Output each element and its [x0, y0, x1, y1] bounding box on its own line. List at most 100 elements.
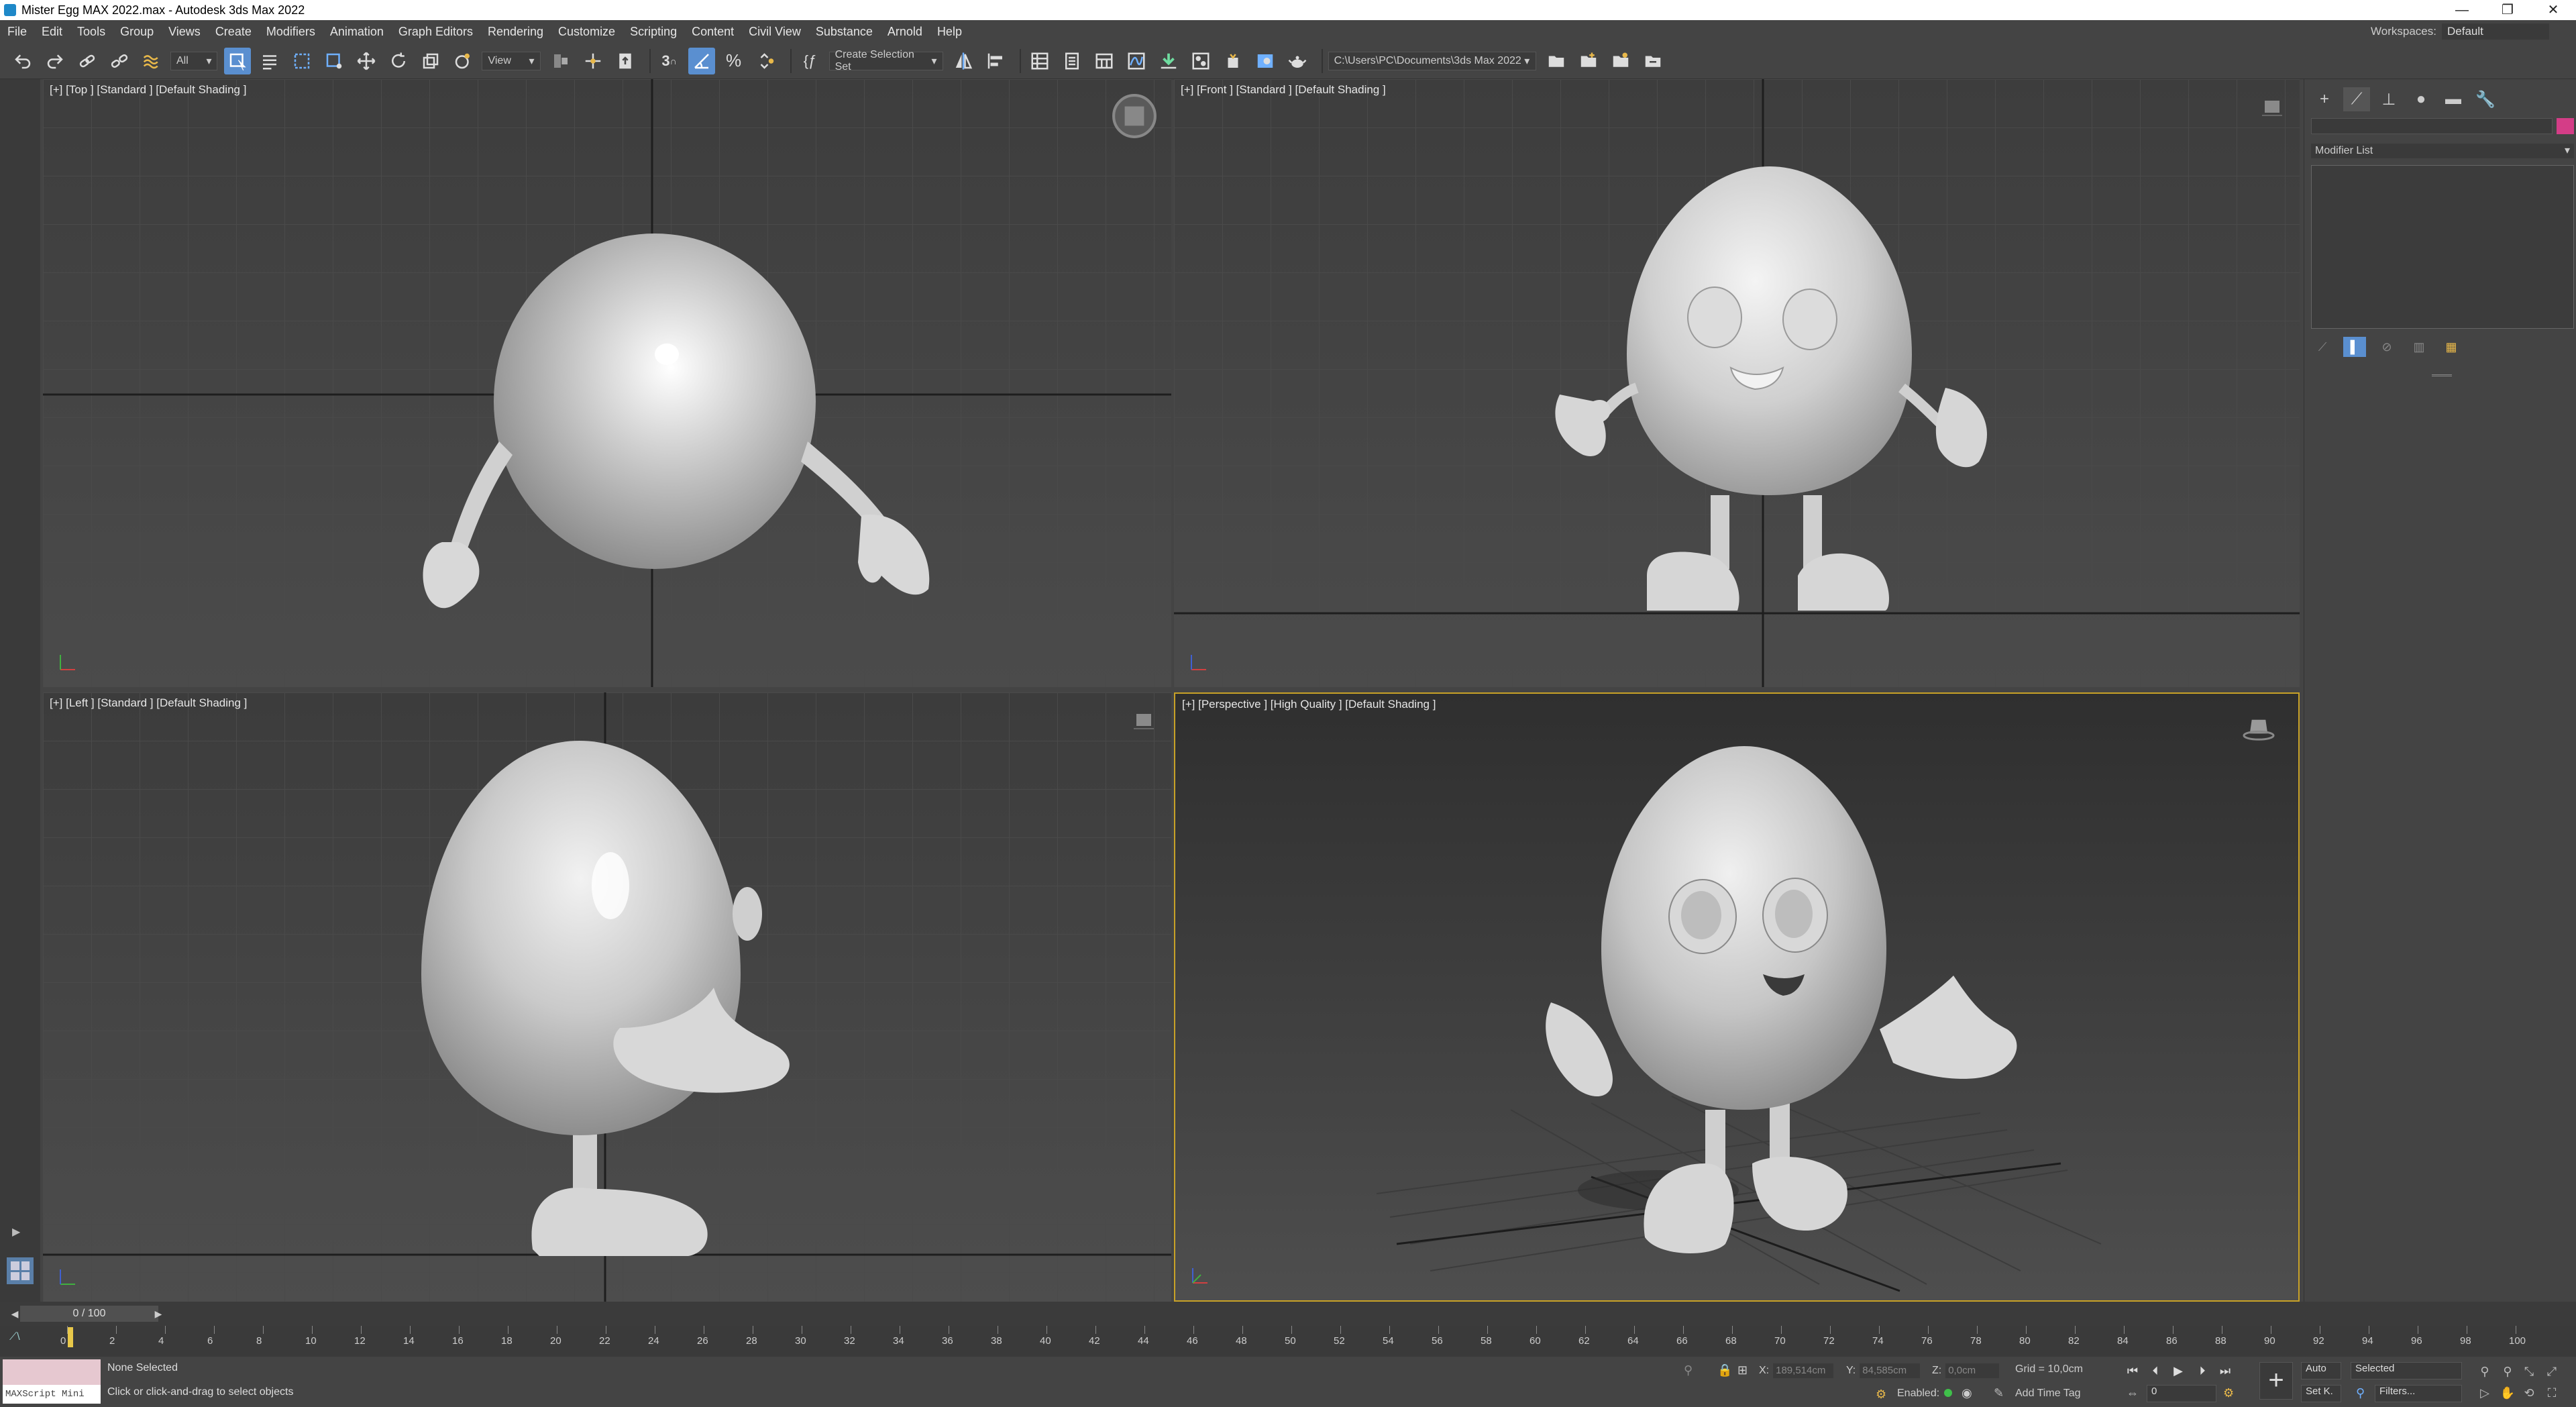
viewport-perspective[interactable]: [+] [Perspective ] [High Quality ] [Defa…: [1174, 692, 2300, 1302]
viewport-top-label[interactable]: [+] [Top ] [Standard ] [Default Shading …: [50, 83, 246, 97]
minimize-button[interactable]: —: [2439, 0, 2485, 20]
pin-stack-icon[interactable]: ⟋: [2311, 337, 2334, 357]
selection-filter-dropdown[interactable]: All ▾: [170, 51, 218, 70]
coord-y-field[interactable]: 84,585cm: [1860, 1363, 1921, 1378]
render-setup-button[interactable]: [1220, 48, 1246, 74]
rendered-frame-window-button[interactable]: [1252, 48, 1279, 74]
menu-views[interactable]: Views: [161, 25, 208, 39]
viewport-front[interactable]: [+] [Front ] [Standard ] [Default Shadin…: [1174, 79, 2300, 687]
viewcube-icon[interactable]: [1132, 709, 1155, 731]
make-unique-icon[interactable]: ⊘: [2375, 337, 2398, 357]
viewport-top[interactable]: [+] [Top ] [Standard ] [Default Shading …: [43, 79, 1171, 687]
menu-substance[interactable]: Substance: [808, 25, 880, 39]
snaps-toggle-button[interactable]: 3 ∩: [656, 48, 683, 74]
open-project-button[interactable]: [1543, 48, 1570, 74]
time-tag-icon[interactable]: ◉: [1962, 1386, 1972, 1400]
go-to-end-icon[interactable]: ⏭: [2216, 1362, 2234, 1379]
viewport-front-label[interactable]: [+] [Front ] [Standard ] [Default Shadin…: [1181, 83, 1386, 97]
add-time-tag-label[interactable]: Add Time Tag: [2015, 1388, 2081, 1400]
key-filter-dropdown[interactable]: Selected: [2351, 1362, 2462, 1379]
time-slider-frame[interactable]: 0 / 100: [20, 1306, 158, 1322]
menu-help[interactable]: Help: [930, 25, 969, 39]
add-time-tag-icon[interactable]: ✎: [1994, 1386, 2004, 1400]
adaptive-degradation-icon[interactable]: ⚙: [1876, 1388, 1886, 1402]
keyboard-shortcut-override-button[interactable]: [612, 48, 639, 74]
menu-group[interactable]: Group: [113, 25, 161, 39]
menu-arnold[interactable]: Arnold: [880, 25, 930, 39]
move-button[interactable]: [353, 48, 380, 74]
workspace-value[interactable]: Default: [2442, 23, 2549, 40]
project-browse-button[interactable]: [1640, 48, 1666, 74]
mirror-button[interactable]: [950, 48, 977, 74]
maxscript-listener[interactable]: MAXScript Mini: [3, 1359, 101, 1404]
maxscript-output[interactable]: [3, 1359, 101, 1385]
create-tab-icon[interactable]: +: [2311, 87, 2338, 111]
pivot-center-button[interactable]: [547, 48, 574, 74]
new-project-button[interactable]: [1575, 48, 1602, 74]
current-frame-field[interactable]: 0: [2147, 1385, 2216, 1402]
undo-button[interactable]: [9, 48, 36, 74]
scene-explorer-button[interactable]: [1026, 48, 1053, 74]
maximize-viewport-icon[interactable]: ⛶: [2542, 1384, 2561, 1402]
expand-arrow-icon[interactable]: ▶: [12, 1225, 20, 1239]
modify-tab-icon[interactable]: ⟋: [2343, 87, 2370, 111]
viewport-layout-button[interactable]: [7, 1257, 34, 1284]
modifier-stack[interactable]: [2311, 165, 2574, 329]
configure-modifier-sets-icon[interactable]: ▦: [2440, 337, 2463, 357]
maxscript-input[interactable]: MAXScript Mini: [3, 1385, 101, 1404]
select-object-button[interactable]: [224, 47, 252, 74]
menu-customize[interactable]: Customize: [551, 25, 623, 39]
viewcube-icon[interactable]: [2235, 710, 2282, 743]
previous-frame-icon[interactable]: ⏴: [2147, 1362, 2164, 1379]
menu-animation[interactable]: Animation: [323, 25, 391, 39]
create-selection-set-dropdown[interactable]: Create Selection Set ▾: [828, 49, 943, 72]
angle-snap-button[interactable]: [688, 47, 715, 74]
select-manipulate-button[interactable]: [580, 48, 606, 74]
orbit-icon[interactable]: ⟲: [2520, 1384, 2538, 1402]
remove-modifier-icon[interactable]: ▥: [2408, 337, 2430, 357]
utilities-tab-icon[interactable]: 🔧: [2472, 87, 2499, 111]
reference-coordinate-dropdown[interactable]: View ▾: [482, 51, 541, 70]
object-name-field[interactable]: [2311, 118, 2553, 134]
schematic-view-button[interactable]: [1155, 48, 1182, 74]
key-filters-button[interactable]: Filters...: [2375, 1385, 2462, 1402]
coord-z-field[interactable]: 0,0cm: [1945, 1363, 2000, 1378]
project-folder-dropdown[interactable]: C:\Users\PC\Documents\3ds Max 2022 ▾: [1328, 51, 1536, 70]
hierarchy-tab-icon[interactable]: ⊥: [2375, 87, 2402, 111]
render-production-button[interactable]: [1284, 48, 1311, 74]
set-key-button[interactable]: Set K.: [2301, 1385, 2341, 1402]
link-button[interactable]: [74, 48, 101, 74]
field-of-view-icon[interactable]: ▷: [2475, 1384, 2494, 1402]
restore-button[interactable]: ❐: [2485, 0, 2530, 20]
unlink-button[interactable]: [106, 48, 133, 74]
next-frame-icon[interactable]: ⏵: [2194, 1362, 2211, 1379]
auto-key-button[interactable]: Auto: [2301, 1362, 2341, 1379]
track-bar[interactable]: ⟋\ 0 2 4 6 8 10 12 14 16 18 20 22 24 26 28 30 32 34 36 38 40…: [0, 1326, 2576, 1357]
menu-graph-editors[interactable]: Graph Editors: [391, 25, 480, 39]
viewcube-icon[interactable]: [2261, 95, 2284, 118]
bind-space-warp-button[interactable]: [138, 48, 165, 74]
go-to-start-icon[interactable]: ⏮: [2124, 1362, 2141, 1379]
scale-button[interactable]: [417, 48, 444, 74]
layer-explorer-button[interactable]: [1059, 48, 1085, 74]
menu-modifiers[interactable]: Modifiers: [259, 25, 323, 39]
key-mode-toggle-icon[interactable]: ⚲: [2356, 1386, 2365, 1400]
viewport-perspective-label[interactable]: [+] [Perspective ] [High Quality ] [Defa…: [1182, 698, 1436, 711]
modifier-list-dropdown[interactable]: Modifier List: [2311, 144, 2574, 158]
viewport-left[interactable]: [+] [Left ] [Standard ] [Default Shading…: [43, 692, 1171, 1302]
menu-tools[interactable]: Tools: [70, 25, 113, 39]
new-key-button[interactable]: +: [2259, 1362, 2293, 1400]
zoom-icon[interactable]: ⚲: [2475, 1362, 2494, 1381]
zoom-extents-all-icon[interactable]: ⤢: [2542, 1362, 2561, 1381]
motion-tab-icon[interactable]: ●: [2408, 87, 2434, 111]
menu-rendering[interactable]: Rendering: [480, 25, 551, 39]
show-end-result-icon[interactable]: ▌: [2343, 337, 2366, 357]
toggle-ribbon-button[interactable]: [1091, 48, 1118, 74]
steering-wheel-icon[interactable]: [1111, 93, 1158, 140]
time-prev-arrow-icon[interactable]: ◀: [8, 1306, 21, 1322]
object-color-swatch[interactable]: [2557, 118, 2574, 134]
workspace-selector[interactable]: Workspaces: Default: [2371, 20, 2549, 43]
redo-button[interactable]: [42, 48, 68, 74]
window-crossing-button[interactable]: [321, 48, 347, 74]
time-config-icon[interactable]: ⚙: [2223, 1386, 2234, 1400]
